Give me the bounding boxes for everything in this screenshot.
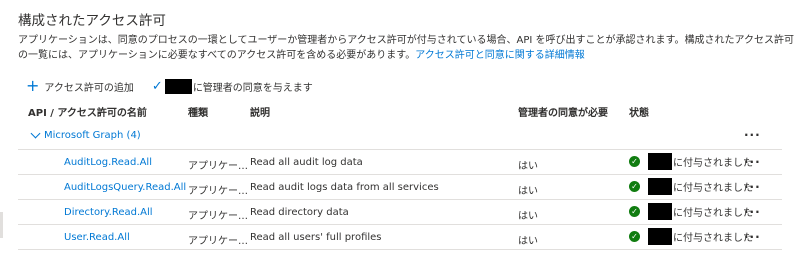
- permission-type: アプリケー…: [188, 211, 248, 222]
- permission-description: Read all audit log data: [250, 157, 363, 168]
- add-permission-button[interactable]: + アクセス許可の追加: [26, 76, 134, 95]
- grant-admin-consent-label: に管理者の同意を与えます: [192, 82, 313, 94]
- status-cell: ✓ に付与されました: [629, 228, 753, 245]
- status-text: に付与されました: [673, 208, 753, 219]
- success-check-icon: ✓: [629, 156, 640, 167]
- permission-name-link[interactable]: User.Read.All: [64, 232, 130, 243]
- success-check-icon: ✓: [629, 231, 640, 242]
- success-check-icon: ✓: [629, 206, 640, 217]
- group-more-icon[interactable]: ···: [744, 128, 761, 142]
- learn-more-link[interactable]: アクセス許可と同意に関する詳細情報: [415, 50, 585, 61]
- side-scroll-indicator: [0, 212, 3, 238]
- success-check-icon: ✓: [629, 181, 640, 192]
- status-cell: ✓ に付与されました: [629, 203, 753, 220]
- group-row-microsoft-graph: Microsoft Graph (4) ···: [18, 123, 782, 150]
- permission-description: Read all users' full profiles: [250, 232, 382, 243]
- admin-consent-required: はい: [518, 161, 538, 172]
- column-header-name[interactable]: API / アクセス許可の名前: [28, 104, 147, 119]
- status-cell: ✓ に付与されました: [629, 153, 753, 170]
- status-text: に付与されました: [673, 233, 753, 244]
- row-more-icon[interactable]: ···: [744, 180, 761, 194]
- redacted-tenant-name: [648, 153, 672, 170]
- table-row: User.Read.All アプリケー… Read all users' ful…: [18, 225, 782, 250]
- redacted-tenant-name: [648, 178, 672, 195]
- command-bar: + アクセス許可の追加 ✓ に管理者の同意を与えます: [26, 77, 313, 95]
- permission-name-link[interactable]: AuditLog.Read.All: [64, 157, 152, 168]
- grant-admin-consent-button[interactable]: ✓ に管理者の同意を与えます: [151, 78, 313, 94]
- status-text: に付与されました: [673, 158, 753, 169]
- chevron-down-icon: [30, 128, 41, 139]
- permission-name-link[interactable]: Directory.Read.All: [64, 207, 153, 218]
- plus-icon: +: [26, 76, 40, 95]
- permission-name-link[interactable]: AuditLogsQuery.Read.All: [64, 182, 186, 193]
- column-header-type[interactable]: 種類: [188, 104, 208, 119]
- row-more-icon[interactable]: ···: [744, 205, 761, 219]
- table-row: AuditLog.Read.All アプリケー… Read all audit …: [18, 150, 782, 175]
- section-title: 構成されたアクセス許可: [18, 13, 166, 29]
- redacted-tenant-name: [648, 203, 672, 220]
- group-toggle[interactable]: Microsoft Graph (4): [30, 128, 141, 141]
- permission-description: Read directory data: [250, 207, 349, 218]
- admin-consent-required: はい: [518, 236, 538, 247]
- status-text: に付与されました: [673, 183, 753, 194]
- add-permission-label: アクセス許可の追加: [44, 82, 134, 94]
- description-text: アプリケーションは、同意のプロセスの一環としてユーザーか管理者からアクセス許可が…: [18, 35, 794, 61]
- admin-consent-required: はい: [518, 211, 538, 222]
- permission-type: アプリケー…: [188, 236, 248, 247]
- redacted-tenant-name: [164, 78, 192, 94]
- column-header-admin-consent[interactable]: 管理者の同意が必要: [518, 104, 608, 119]
- column-header-status[interactable]: 状態: [629, 104, 649, 119]
- permission-description: Read audit logs data from all services: [250, 182, 439, 193]
- group-label: Microsoft Graph (4): [44, 130, 141, 141]
- table-row: Directory.Read.All アプリケー… Read directory…: [18, 200, 782, 225]
- column-header-description[interactable]: 説明: [250, 104, 270, 119]
- redacted-tenant-name: [648, 228, 672, 245]
- status-cell: ✓ に付与されました: [629, 178, 753, 195]
- table-row: AuditLogsQuery.Read.All アプリケー… Read audi…: [18, 175, 782, 200]
- row-more-icon[interactable]: ···: [744, 155, 761, 169]
- checkmark-icon: ✓: [151, 78, 163, 94]
- permission-type: アプリケー…: [188, 161, 248, 172]
- row-more-icon[interactable]: ···: [744, 230, 761, 244]
- admin-consent-required: はい: [518, 186, 538, 197]
- permission-type: アプリケー…: [188, 186, 248, 197]
- section-description: アプリケーションは、同意のプロセスの一環としてユーザーか管理者からアクセス許可が…: [18, 33, 796, 63]
